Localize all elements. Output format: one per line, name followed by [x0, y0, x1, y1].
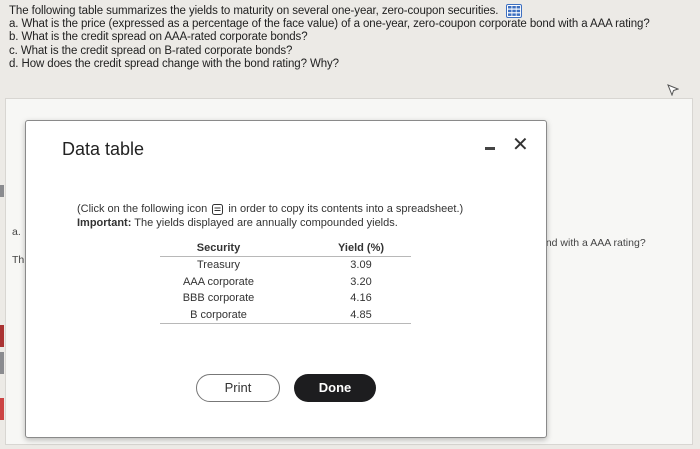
security-cell: Treasury — [197, 259, 240, 272]
question-intro: The following table summarizes the yield… — [9, 4, 699, 18]
left-edge-marker — [0, 398, 4, 420]
table-row: B corporate 4.85 — [160, 306, 411, 324]
question-d: d. How does the credit spread change wit… — [9, 57, 339, 70]
yield-cell: 3.20 — [350, 275, 372, 288]
header-security: Security — [160, 241, 277, 257]
table-row: Treasury 3.09 — [160, 257, 411, 274]
minimize-icon[interactable] — [485, 147, 495, 150]
important-note: Important: The yields displayed are annu… — [77, 217, 398, 229]
print-button[interactable]: Print — [196, 374, 280, 402]
data-table-dialog: Data table ✕ (Click on the following ico… — [25, 120, 547, 438]
background-right-text: ond with a AAA rating? — [540, 237, 646, 249]
security-cell: BBB corporate — [182, 292, 255, 305]
question-text: The following table summarizes the yield… — [9, 4, 699, 71]
table-header-row: Security Yield (%) — [160, 241, 411, 257]
table-row: AAA corporate 3.20 — [160, 274, 411, 291]
question-c: c. What is the credit spread on B-rated … — [9, 44, 293, 57]
left-edge-marker — [0, 352, 4, 374]
security-cell: AAA corporate — [183, 275, 254, 288]
done-button[interactable]: Done — [294, 374, 376, 402]
yield-cell: 4.85 — [311, 306, 411, 324]
yield-cell: 4.16 — [350, 292, 372, 305]
copy-icon[interactable] — [212, 203, 224, 215]
left-edge-marker — [0, 325, 4, 347]
close-icon[interactable]: ✕ — [512, 135, 529, 155]
dialog-title: Data table — [62, 139, 145, 159]
spreadsheet-grid-icon[interactable] — [505, 4, 522, 18]
left-edge-marker — [0, 185, 4, 197]
yield-cell: 3.09 — [350, 259, 372, 272]
dialog-info: (Click on the following icon in order to… — [77, 202, 463, 230]
background-label-a: a. — [12, 226, 21, 238]
question-a: a. What is the price (expressed as a per… — [9, 18, 650, 31]
copy-instruction: (Click on the following icon in order to… — [77, 203, 464, 215]
question-b: b. What is the credit spread on AAA-rate… — [9, 31, 308, 44]
table-row: BBB corporate 4.16 — [160, 290, 411, 307]
yields-table: Security Yield (%) Treasury 3.09 AAA cor… — [160, 241, 411, 324]
background-label-th: Th — [12, 254, 25, 266]
security-cell: B corporate — [160, 306, 277, 324]
header-yield: Yield (%) — [311, 241, 411, 257]
